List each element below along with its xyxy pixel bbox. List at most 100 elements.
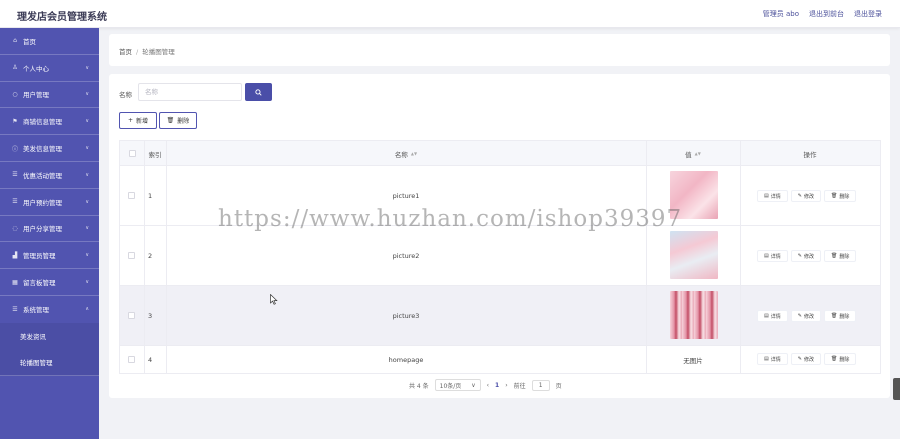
edit-label: 修改 [803,313,814,320]
row-name: picture2 [392,252,420,260]
sort-icon: ▲▼ [410,151,418,156]
search-icon [255,88,262,96]
table-row: 4 homepage 无图片 ▤ 详情 ✎ 修改 🗑 删除 [120,346,880,373]
sidebar-subitem-label: 轮播图管理 [20,359,53,368]
row-checkbox[interactable] [128,312,135,319]
mouse-cursor-icon [270,294,278,305]
breadcrumb-home[interactable]: 首页 [119,48,132,56]
edit-icon: ✎ [797,313,802,319]
search-label: 名称 [119,91,132,99]
batch-delete-button[interactable]: 🗑 删除 [159,112,197,129]
next-page-icon[interactable]: › [505,382,507,389]
chevron-down-icon: ∨ [85,225,89,232]
edit-button[interactable]: ✎ 修改 [790,310,821,322]
sidebar-item-hair-info[interactable]: ⓘ 美发信息管理 ∨ [0,135,99,162]
person-icon: ♙ [12,64,18,72]
sidebar-item-label: 优惠活动管理 [23,171,62,180]
sidebar-subitem-label: 美发资讯 [20,333,46,342]
table-row: 3 picture3 ▤ 详情 ✎ 修改 🗑 删除 [120,286,880,346]
row-actions: ▤ 详情 ✎ 修改 🗑 删除 [757,250,857,262]
row-actions: ▤ 详情 ✎ 修改 🗑 删除 [757,310,857,322]
edit-icon: ✎ [797,193,802,199]
header-value-label: 值 [685,150,692,159]
sidebar-item-system[interactable]: ☰ 系统管理 ∧ [0,296,99,323]
sidebar-item-reservations[interactable]: ☰ 用户预约管理 ∨ [0,189,99,216]
sidebar-item-shares[interactable]: ◌ 用户分享管理 ∨ [0,216,99,243]
breadcrumb-card: 首页 / 轮播图管理 [109,34,890,66]
row-image[interactable] [670,291,718,339]
sidebar-item-profile[interactable]: ♙ 个人中心 ∨ [0,55,99,82]
sidebar-item-label: 首页 [23,37,36,46]
row-image[interactable] [670,171,718,219]
delete-label: 删除 [839,313,850,320]
top-bar: 理发店会员管理系统 管理员 abo 退出到前台 退出登录 [0,0,900,28]
chevron-down-icon: ∨ [85,279,89,286]
delete-button[interactable]: 🗑 删除 [823,353,857,365]
add-button[interactable]: + 新增 [119,112,157,129]
delete-label: 删除 [839,356,850,363]
sidebar-subitem-hair-news[interactable]: 美发资讯 [0,322,99,350]
column-divider [740,141,741,373]
sidebar-item-messages[interactable]: ▦ 留言板管理 ∨ [0,269,99,296]
sidebar-item-admins[interactable]: ▟ 管理员管理 ∨ [0,242,99,270]
trash-icon: 🗑 [830,193,838,199]
detail-button[interactable]: ▤ 详情 [757,190,788,202]
flag-icon: ⚑ [12,117,18,125]
edit-button[interactable]: ✎ 修改 [790,250,821,262]
logout-link[interactable]: 退出登录 [854,9,882,19]
prev-page-icon[interactable]: ‹ [487,382,489,389]
side-scroll-tab[interactable] [893,378,900,400]
goto-suffix: 页 [555,382,562,390]
row-no-image-text: 无图片 [683,356,703,365]
row-image[interactable] [670,231,718,279]
edit-icon: ✎ [797,253,802,259]
delete-button[interactable]: 🗑 删除 [823,310,857,322]
row-checkbox[interactable] [128,356,135,363]
edit-button[interactable]: ✎ 修改 [790,353,821,365]
sidebar-item-label: 系统管理 [23,306,49,315]
edit-label: 修改 [803,253,814,260]
delete-button[interactable]: 🗑 删除 [823,250,857,262]
sidebar-item-shop-info[interactable]: ⚑ 商铺信息管理 ∨ [0,108,99,136]
edit-button[interactable]: ✎ 修改 [790,190,821,202]
delete-label: 删除 [839,253,850,260]
sidebar-item-label: 商铺信息管理 [23,118,62,127]
sidebar-item-home[interactable]: ⌂ 首页 [0,28,99,55]
select-all-checkbox[interactable] [128,150,136,157]
search-button[interactable] [245,83,272,101]
settings-icon: ☰ [12,305,18,313]
back-to-frontend-link[interactable]: 退出到前台 [809,9,844,19]
page-size-select[interactable]: 10条/页 ∨ [434,379,481,391]
edit-label: 修改 [803,193,814,200]
sidebar-item-promotions[interactable]: ☰ 优惠活动管理 ∨ [0,162,99,189]
document-icon: ▤ [764,313,769,319]
page-number-current[interactable]: 1 [495,382,499,389]
trash-icon: 🗑 [830,356,838,362]
trash-icon: 🗑 [830,253,838,259]
chevron-down-icon: ∨ [85,64,89,71]
header-name[interactable]: 名称 ▲▼ [166,141,646,166]
row-index: 3 [148,312,153,320]
detail-label: 详情 [770,253,781,260]
table-header: 索引 名称 ▲▼ 值 ▲▼ 操作 [120,141,880,166]
detail-button[interactable]: ▤ 详情 [757,250,788,262]
row-checkbox[interactable] [128,192,135,199]
user-circle-icon: ○ [12,90,18,98]
sidebar-subitem-carousel[interactable]: 轮播图管理 [0,349,99,376]
delete-button[interactable]: 🗑 删除 [823,190,857,202]
row-checkbox[interactable] [128,252,135,259]
home-icon: ⌂ [13,37,17,45]
chevron-up-icon: ∧ [85,306,89,313]
message-icon: ▦ [12,278,18,286]
header-actions: 操作 [803,150,817,159]
sidebar-item-users[interactable]: ○ 用户管理 ∨ [0,82,99,109]
row-select-cell [128,192,135,199]
detail-button[interactable]: ▤ 详情 [757,310,788,322]
plus-icon: + [127,117,133,124]
detail-button[interactable]: ▤ 详情 [757,353,788,365]
chevron-down-icon: ∨ [85,198,89,205]
search-input[interactable] [138,83,242,101]
header-value[interactable]: 值 ▲▼ [646,141,740,166]
goto-page-input[interactable]: 1 [531,379,550,391]
sidebar-item-label: 用户分享管理 [23,225,62,234]
